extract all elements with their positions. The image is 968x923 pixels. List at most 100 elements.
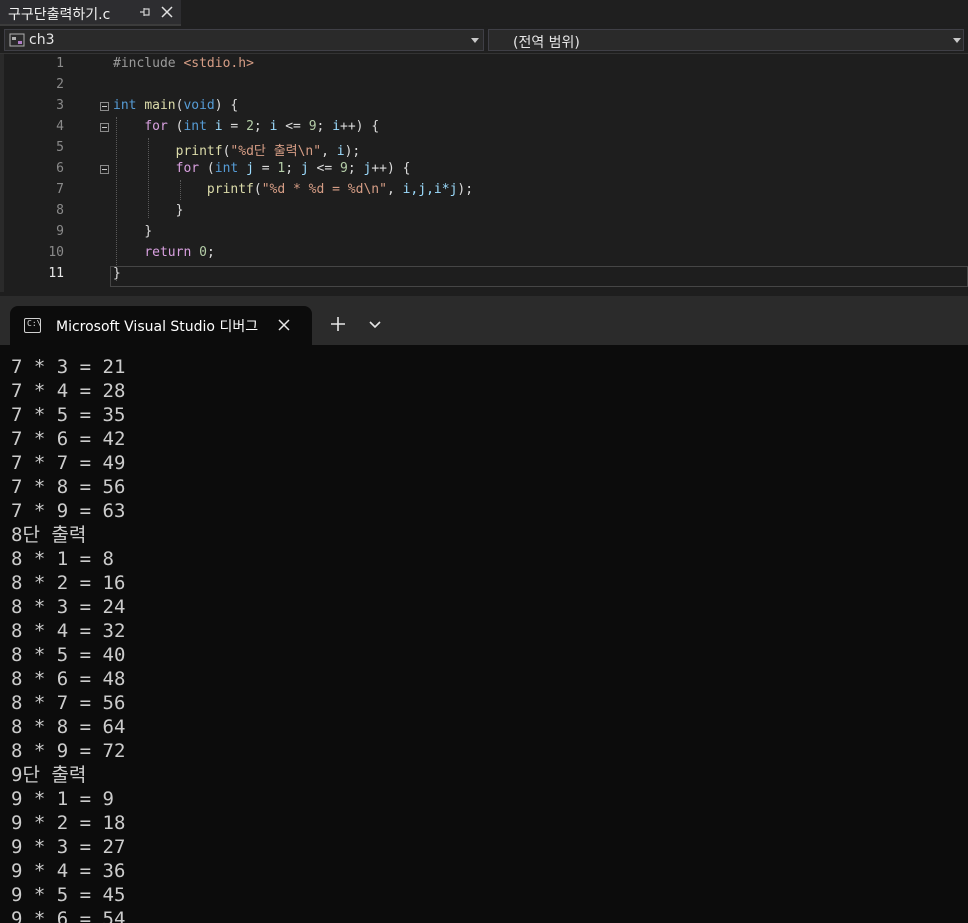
code-token: <= xyxy=(277,119,309,134)
output-line: 9 * 2 = 18 xyxy=(11,812,126,834)
output-line: 9 * 1 = 9 xyxy=(11,788,114,810)
code-token: int xyxy=(183,119,207,134)
output-line: 9 * 3 = 27 xyxy=(11,836,126,858)
code-line: 6 for (int j = 1; j <= 9; j++) { xyxy=(0,159,968,180)
code-line: 7 printf("%d * %d = %d\n", i,j,i*j); xyxy=(0,180,968,201)
navigation-bar: ch3 (전역 범위) xyxy=(0,27,968,54)
code-token: j xyxy=(300,161,309,176)
output-line: 8 * 9 = 72 xyxy=(11,740,126,762)
code-text: for (int j = 1; j <= 9; j++) { xyxy=(175,161,411,176)
code-token: "%d * %d = %d\n" xyxy=(261,182,387,197)
member-scope-label: (전역 범위) xyxy=(513,35,580,51)
output-line: 7 * 6 = 42 xyxy=(11,428,126,450)
code-text: #include <stdio.h> xyxy=(113,56,254,71)
code-editor[interactable]: 1 #include <stdio.h> 2 3 int main(void) … xyxy=(0,54,968,292)
output-line: 8 * 1 = 8 xyxy=(11,548,114,570)
output-line: 7 * 9 = 63 xyxy=(11,500,126,522)
code-token: int xyxy=(214,161,239,176)
output-line: 8 * 3 = 24 xyxy=(11,596,126,618)
chevron-down-icon xyxy=(953,38,961,43)
code-token: int xyxy=(113,98,137,113)
line-number: 6 xyxy=(56,161,64,176)
code-text: int main(void) { xyxy=(113,98,239,113)
code-token: 1 xyxy=(277,161,286,176)
code-text: for (int i = 2; i <= 9; i++) { xyxy=(144,119,380,134)
code-line: 8 } xyxy=(0,201,968,222)
code-line: 11 } xyxy=(0,264,968,285)
output-line: 8 * 7 = 56 xyxy=(11,692,126,714)
code-token: 9 xyxy=(340,161,348,176)
code-token: "%d단 출력\n" xyxy=(230,144,322,159)
terminal-output[interactable]: 7 * 3 = 21 7 * 4 = 28 7 * 5 = 35 7 * 6 =… xyxy=(0,345,968,923)
code-token: for xyxy=(175,161,200,176)
editor-tab-title: 구구단출력하기.c xyxy=(8,7,111,23)
code-token: return xyxy=(144,245,192,260)
output-line: 7 * 3 = 21 xyxy=(11,356,126,378)
line-number: 10 xyxy=(48,245,64,260)
collapse-icon[interactable] xyxy=(100,102,109,111)
code-token: printf xyxy=(206,182,254,197)
close-icon[interactable] xyxy=(278,319,290,331)
close-tab-icon[interactable] xyxy=(159,4,175,20)
code-line: 1 #include <stdio.h> xyxy=(0,54,968,75)
code-token: 9 xyxy=(308,119,317,134)
terminal-tab[interactable]: C:\ Microsoft Visual Studio 디버그 xyxy=(10,306,312,345)
project-scope-label: ch3 xyxy=(29,32,55,48)
code-token: ; xyxy=(316,119,333,134)
code-token: printf xyxy=(175,144,223,159)
output-line: 8 * 4 = 32 xyxy=(11,620,126,642)
code-token: for xyxy=(144,119,168,134)
collapse-icon[interactable] xyxy=(100,165,109,174)
project-scope-dropdown[interactable]: ch3 xyxy=(4,29,484,51)
code-token: 0 xyxy=(199,245,207,260)
editor-tab-bar: 구구단출력하기.c xyxy=(0,0,968,26)
code-token: j xyxy=(246,161,254,176)
code-token: = xyxy=(222,119,247,134)
output-line: 9 * 6 = 54 xyxy=(11,908,126,923)
pin-icon[interactable] xyxy=(138,5,152,19)
code-token: <stdio.h> xyxy=(183,56,254,71)
chevron-down-icon[interactable] xyxy=(366,315,384,333)
collapse-icon[interactable] xyxy=(100,123,109,132)
code-text: } xyxy=(113,203,184,218)
line-number: 2 xyxy=(56,77,64,92)
line-number: 4 xyxy=(56,119,64,134)
output-line: 7 * 7 = 49 xyxy=(11,452,126,474)
code-token: void xyxy=(183,98,215,113)
line-number: 7 xyxy=(56,182,64,197)
line-number: 5 xyxy=(56,140,64,155)
code-token: i xyxy=(336,144,345,159)
code-token: i xyxy=(214,119,223,134)
code-token: #include xyxy=(113,56,176,71)
code-token: } xyxy=(144,224,153,239)
chevron-down-icon xyxy=(471,38,479,43)
project-icon xyxy=(9,33,25,47)
terminal-tab-title: Microsoft Visual Studio 디버그 xyxy=(56,319,259,335)
code-token: main xyxy=(144,98,176,113)
code-line: 4 for (int i = 2; i <= 9; i++) { xyxy=(0,117,968,138)
code-token: ; xyxy=(253,119,270,134)
output-line: 9 * 4 = 36 xyxy=(11,860,126,882)
code-line: 5 printf("%d단 출력\n", i); xyxy=(0,138,968,159)
code-token: 2 xyxy=(246,119,254,134)
editor-tab[interactable]: 구구단출력하기.c xyxy=(0,0,181,26)
output-line: 9 * 5 = 45 xyxy=(11,884,126,906)
code-text: return 0; xyxy=(144,245,215,260)
line-number: 1 xyxy=(56,56,64,71)
code-line: 2 xyxy=(0,75,968,96)
member-scope-dropdown[interactable]: (전역 범위) xyxy=(488,29,964,51)
line-number: 8 xyxy=(56,203,64,218)
line-number: 11 xyxy=(48,266,64,281)
line-number: 3 xyxy=(56,98,64,113)
new-tab-plus-icon[interactable] xyxy=(327,313,349,335)
code-line: 3 int main(void) { xyxy=(0,96,968,117)
output-line: 8 * 6 = 48 xyxy=(11,668,126,690)
output-line: 7 * 8 = 56 xyxy=(11,476,126,498)
code-text: } xyxy=(113,266,121,281)
output-line: 8단 출력 xyxy=(11,524,87,546)
code-token: j xyxy=(363,161,372,176)
output-line: 7 * 5 = 35 xyxy=(11,404,126,426)
line-number: 9 xyxy=(56,224,64,239)
code-token: ) { xyxy=(214,98,239,113)
code-line: 9 } xyxy=(0,222,968,243)
